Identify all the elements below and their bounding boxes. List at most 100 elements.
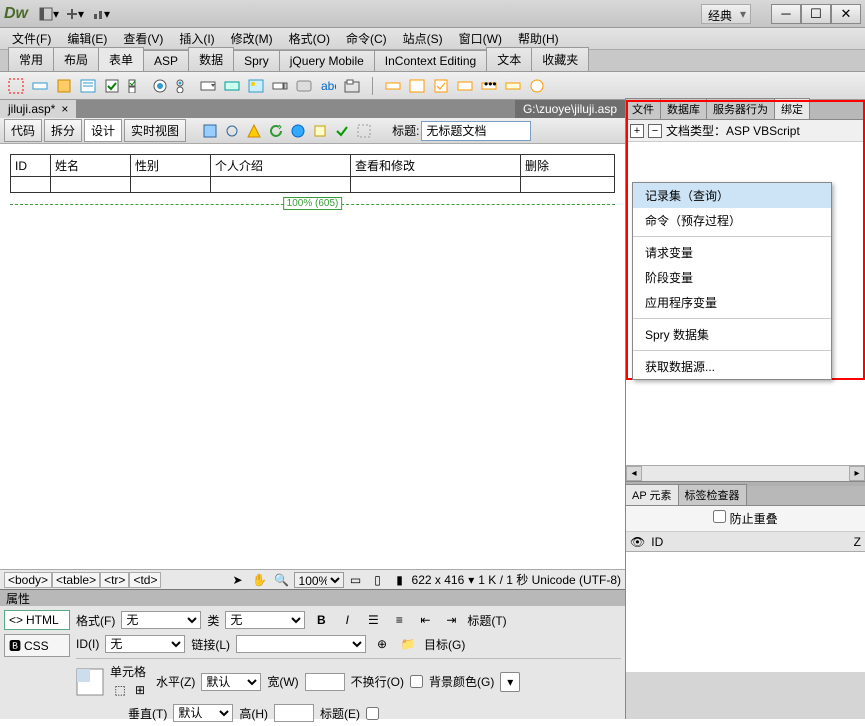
site-dropdown-icon[interactable]: ▾ <box>90 4 112 24</box>
ap-list[interactable] <box>626 552 865 672</box>
ap-col-id[interactable]: ID <box>651 535 853 549</box>
textarea-icon[interactable] <box>78 76 98 96</box>
insert-tab-fav[interactable]: 收藏夹 <box>531 47 589 71</box>
livecode-icon[interactable] <box>200 121 220 141</box>
cm-app-var[interactable]: 应用程序变量 <box>633 290 831 315</box>
link-select[interactable] <box>236 635 366 653</box>
select-tool-icon[interactable]: ➤ <box>228 570 248 590</box>
spry-textfield-icon[interactable] <box>383 76 403 96</box>
textfield-icon[interactable] <box>30 76 50 96</box>
prevent-overlap-checkbox[interactable] <box>713 510 726 523</box>
ul-icon[interactable]: ☰ <box>363 610 383 630</box>
props-header[interactable]: 属性 <box>0 590 625 606</box>
split-icon[interactable]: ⊞ <box>130 680 150 700</box>
jumpmenu-icon[interactable] <box>222 76 242 96</box>
cm-request-var[interactable]: 请求变量 <box>633 240 831 265</box>
spry-radio-icon[interactable] <box>527 76 547 96</box>
link-point-icon[interactable]: ⊕ <box>372 634 392 654</box>
zoom-select[interactable]: 100% <box>294 572 344 588</box>
insert-tab-layout[interactable]: 布局 <box>53 47 99 71</box>
outdent-icon[interactable]: ⇤ <box>415 610 435 630</box>
nowrap-checkbox[interactable] <box>410 675 423 688</box>
filefield-icon[interactable] <box>270 76 290 96</box>
cm-command[interactable]: 命令（预存过程） <box>633 208 831 233</box>
imagefield-icon[interactable] <box>246 76 266 96</box>
label-icon[interactable]: abc <box>318 76 338 96</box>
view-design-button[interactable]: 设计 <box>84 119 122 142</box>
panel-tab-files[interactable]: 文件 <box>625 98 661 119</box>
spry-confirm-icon[interactable] <box>503 76 523 96</box>
menu-help[interactable]: 帮助(H) <box>510 28 567 49</box>
close-button[interactable]: ✕ <box>831 4 861 24</box>
menu-window[interactable]: 窗口(W) <box>451 28 510 49</box>
ap-col-z[interactable]: Z <box>854 535 861 549</box>
tag-body[interactable]: <body> <box>4 572 52 588</box>
indent-icon[interactable]: ⇥ <box>441 610 461 630</box>
window-size-icon[interactable]: ▭ <box>346 570 366 590</box>
maximize-button[interactable]: ☐ <box>801 4 831 24</box>
extend-dropdown-icon[interactable]: ▾ <box>64 4 86 24</box>
browser-preview-icon[interactable] <box>288 121 308 141</box>
props-mode-html[interactable]: <> HTML <box>4 610 70 630</box>
horiz-select[interactable]: 默认 <box>201 673 261 691</box>
device-icon[interactable]: ▯ <box>368 570 388 590</box>
server-debug-icon[interactable] <box>244 121 264 141</box>
doc-title-input[interactable] <box>421 121 531 141</box>
panel-tab-taginspect[interactable]: 标签检查器 <box>678 484 747 505</box>
radio-icon[interactable] <box>150 76 170 96</box>
spry-select-icon[interactable] <box>455 76 475 96</box>
header-checkbox[interactable] <box>366 707 379 720</box>
tag-table[interactable]: <table> <box>52 572 100 588</box>
class-select[interactable]: 无 <box>225 611 305 629</box>
bgcolor-swatch[interactable]: ▾ <box>500 672 520 692</box>
scroll-left-icon[interactable]: ◂ <box>626 466 642 481</box>
th-edit[interactable]: 查看和修改 <box>351 155 521 177</box>
menu-insert[interactable]: 插入(I) <box>171 28 222 49</box>
spry-password-icon[interactable]: ••• <box>479 76 499 96</box>
th-delete[interactable]: 删除 <box>521 155 615 177</box>
binding-add-icon[interactable]: + <box>630 124 644 138</box>
insert-tab-jquery[interactable]: jQuery Mobile <box>279 50 375 71</box>
eye-icon[interactable]: 👁 <box>630 535 645 549</box>
doc-tab-close-icon[interactable]: × <box>61 102 68 116</box>
panel-tab-db[interactable]: 数据库 <box>660 98 707 119</box>
panel-tab-server[interactable]: 服务器行为 <box>706 98 775 119</box>
validate-icon[interactable] <box>332 121 352 141</box>
binding-remove-icon[interactable]: − <box>648 124 662 138</box>
panel-tab-binding[interactable]: 绑定 <box>774 98 810 119</box>
panel-tab-ap[interactable]: AP 元素 <box>625 484 679 505</box>
hand-tool-icon[interactable]: ✋ <box>250 570 270 590</box>
vert-select[interactable]: 默认 <box>173 704 233 722</box>
height-input[interactable] <box>274 704 314 722</box>
layout-dropdown-icon[interactable]: ▾ <box>38 4 60 24</box>
menu-format[interactable]: 格式(O) <box>281 28 338 49</box>
file-mgmt-icon[interactable] <box>310 121 330 141</box>
italic-icon[interactable]: I <box>337 610 357 630</box>
menu-view[interactable]: 查看(V) <box>115 28 171 49</box>
tag-td[interactable]: <td> <box>129 572 161 588</box>
menu-file[interactable]: 文件(F) <box>4 28 59 49</box>
cm-session-var[interactable]: 阶段变量 <box>633 265 831 290</box>
width-input[interactable] <box>305 673 345 691</box>
minimize-button[interactable]: ─ <box>771 4 801 24</box>
insert-tab-forms[interactable]: 表单 <box>98 47 144 71</box>
menu-site[interactable]: 站点(S) <box>395 28 451 49</box>
inspect-icon[interactable] <box>222 121 242 141</box>
cm-get-datasource[interactable]: 获取数据源... <box>633 354 831 379</box>
design-canvas[interactable]: ID 姓名 性别 个人介绍 查看和修改 删除 100% (605) <box>0 144 625 569</box>
insert-tab-asp[interactable]: ASP <box>143 50 189 71</box>
th-intro[interactable]: 个人介绍 <box>211 155 351 177</box>
tag-tr[interactable]: <tr> <box>100 572 129 588</box>
form-icon[interactable] <box>6 76 26 96</box>
view-code-button[interactable]: 代码 <box>4 119 42 142</box>
cm-spry-dataset[interactable]: Spry 数据集 <box>633 322 831 347</box>
insert-tab-data[interactable]: 数据 <box>188 47 234 71</box>
workspace-selector[interactable]: 经典 <box>701 4 751 24</box>
th-gender[interactable]: 性别 <box>131 155 211 177</box>
view-split-button[interactable]: 拆分 <box>44 119 82 142</box>
binding-hscroll[interactable]: ◂ ▸ <box>626 465 865 481</box>
spry-checkbox-icon[interactable] <box>431 76 451 96</box>
link-browse-icon[interactable]: 📁 <box>398 634 418 654</box>
device2-icon[interactable]: ▮ <box>390 570 410 590</box>
select-icon[interactable] <box>198 76 218 96</box>
